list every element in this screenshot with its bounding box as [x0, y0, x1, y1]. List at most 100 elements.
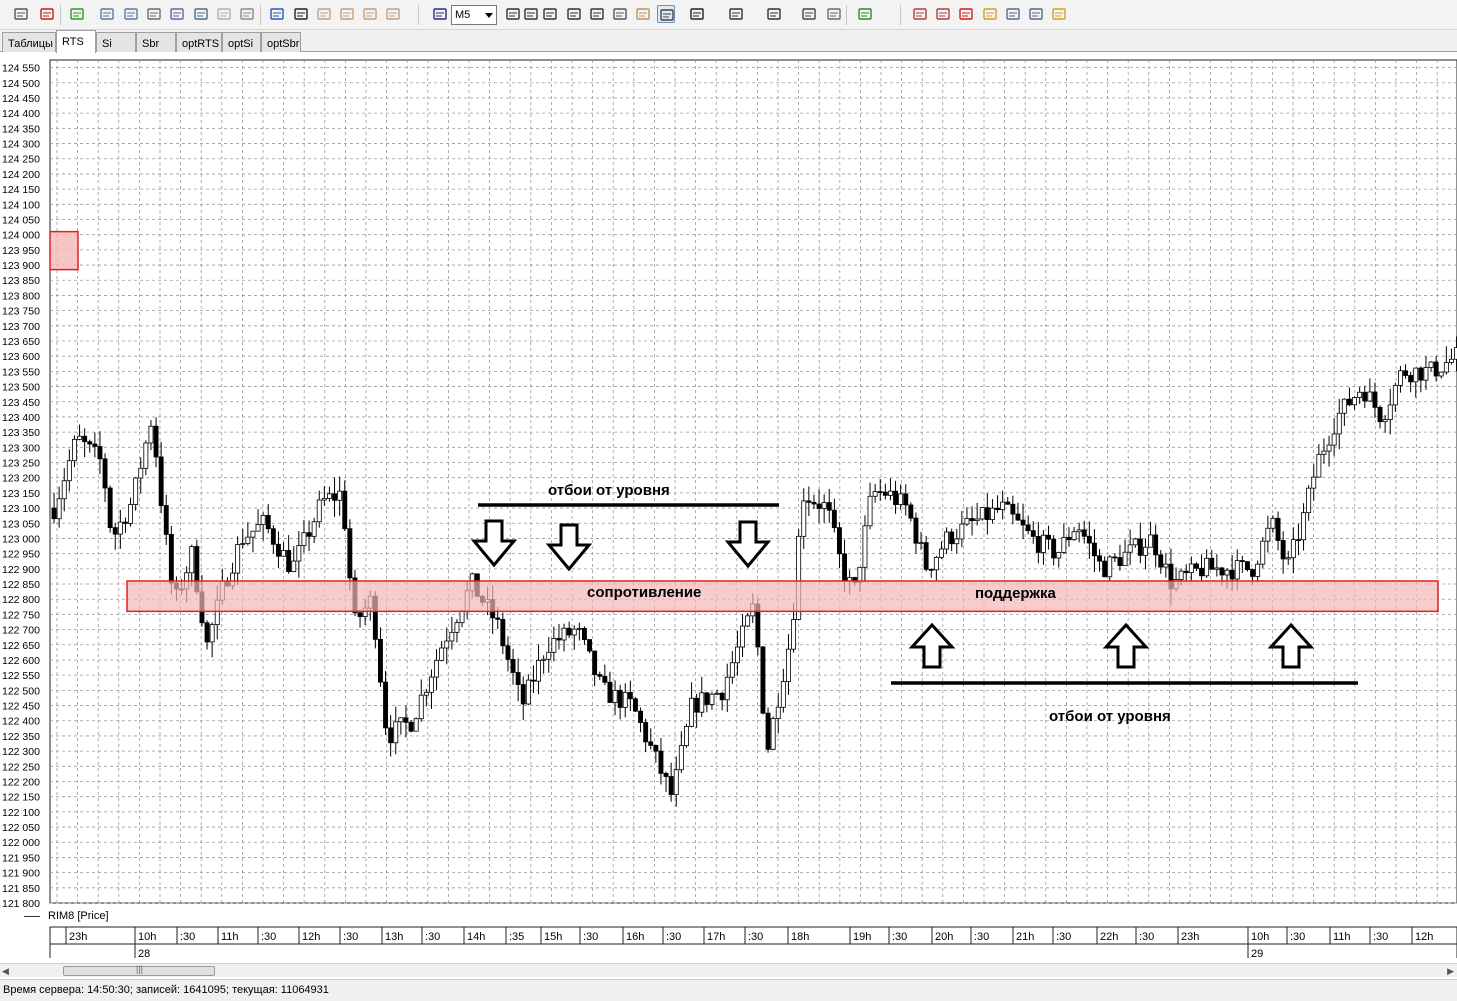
hand2-icon[interactable]	[338, 5, 356, 23]
x-tick-label: :30	[892, 931, 907, 943]
candle-down	[332, 493, 337, 501]
remove-icon[interactable]	[38, 5, 56, 23]
candle-up	[678, 745, 684, 771]
add-chart-icon-glyph	[70, 8, 84, 20]
candle-down	[1433, 361, 1439, 377]
candle-down	[505, 645, 511, 660]
timeframe-select[interactable]: M5	[451, 5, 497, 25]
indicator-icon[interactable]	[856, 5, 874, 23]
zoom-chart-icon[interactable]	[192, 5, 210, 23]
orders-icon[interactable]	[934, 5, 952, 23]
zoom-in-icon[interactable]	[565, 5, 583, 23]
link-icon[interactable]	[12, 5, 30, 23]
x-tick-label: 19h	[853, 931, 871, 943]
horizontal-scrollbar[interactable]: ◀ ||| ▶	[0, 963, 1457, 977]
plot-frame	[49, 59, 1457, 904]
text-tool-icon[interactable]	[292, 5, 310, 23]
pointer-hand-icon[interactable]	[634, 5, 652, 23]
stop-icon[interactable]	[957, 5, 975, 23]
candle-up	[918, 542, 924, 545]
price-chart[interactable]: 124 550 124 500 124 450 124 400 124 350 124 3…	[0, 53, 1457, 958]
y-tick-label: 122 850	[2, 579, 40, 591]
candle-down	[602, 675, 608, 683]
candles-icon[interactable]	[431, 5, 449, 23]
money-icon[interactable]	[981, 5, 999, 23]
x-tick-label: 10h	[1251, 931, 1269, 943]
chart-area[interactable]: 124 550 124 500 124 450 124 400 124 350 124 3…	[0, 53, 1457, 958]
hand4-icon[interactable]	[384, 5, 402, 23]
window-icon[interactable]	[98, 5, 116, 23]
crosshair-icon[interactable]	[504, 5, 522, 23]
scroll-thumb[interactable]: |||	[63, 964, 215, 976]
window2-icon[interactable]	[122, 5, 140, 23]
candle-up	[291, 560, 297, 572]
candle-up	[1132, 538, 1138, 546]
toolbar-separator	[900, 5, 901, 25]
y-tick-label: 123 350	[2, 427, 40, 439]
candle-down	[342, 490, 348, 530]
candle-down	[816, 503, 822, 509]
chart-props-icon[interactable]	[168, 5, 186, 23]
y-tick-label: 123 750	[2, 306, 40, 318]
remove-icon-glyph	[40, 8, 54, 20]
portfolio-icon[interactable]	[911, 5, 929, 23]
zoom-out-icon[interactable]	[588, 5, 606, 23]
y-tick-label: 122 700	[2, 625, 40, 637]
candle-up	[337, 490, 343, 501]
tab-rts[interactable]: RTS	[56, 30, 96, 53]
candle-up	[326, 493, 332, 499]
pan-hand-icon[interactable]	[657, 5, 675, 23]
font-icon[interactable]	[727, 5, 745, 23]
y-tick-label: 122 500	[2, 685, 40, 697]
x-tick-label: 23h	[69, 931, 87, 943]
candle-up	[990, 507, 995, 521]
candle-up	[791, 619, 796, 650]
candle-up	[311, 521, 317, 537]
hand3-icon[interactable]	[361, 5, 379, 23]
candle-down	[923, 542, 929, 570]
scroll-right-arrow-icon[interactable]: ▶	[1447, 966, 1454, 977]
candle-down	[877, 491, 883, 493]
tab-si[interactable]: Si	[96, 32, 136, 52]
candle-down	[587, 639, 592, 652]
tab-таблицы[interactable]: Таблицы	[2, 32, 56, 52]
eraser-icon[interactable]	[800, 5, 818, 23]
candle-down	[617, 689, 623, 708]
mail-icon[interactable]	[1027, 5, 1045, 23]
hand2-icon-glyph	[340, 8, 354, 20]
candle-up	[321, 497, 327, 501]
candle-up	[444, 640, 450, 649]
candle-down	[995, 507, 1000, 511]
ruler-icon[interactable]	[611, 5, 629, 23]
y-tick-label: 122 600	[2, 655, 40, 667]
list-icon[interactable]	[145, 5, 163, 23]
rectangle-icon[interactable]	[688, 5, 706, 23]
candle-down	[495, 617, 501, 620]
tab-sbr[interactable]: Sbr	[136, 32, 176, 52]
cursor-arrow-icon-glyph	[524, 8, 538, 20]
chart-copy-icon[interactable]	[238, 5, 256, 23]
candle-down	[403, 717, 409, 723]
candle-down	[704, 692, 710, 705]
tab-optsbr[interactable]: optSbr	[261, 32, 301, 52]
eraser2-icon[interactable]	[825, 5, 843, 23]
tab-optrts[interactable]: optRTS	[176, 32, 222, 52]
chart-disabled-icon[interactable]	[215, 5, 233, 23]
scroll-left-arrow-icon[interactable]: ◀	[2, 966, 9, 977]
alert-icon[interactable]	[268, 5, 286, 23]
candle-down	[663, 772, 669, 777]
add-chart-icon[interactable]	[68, 5, 86, 23]
cursor-arrow-icon[interactable]	[522, 5, 540, 23]
move-icon[interactable]	[541, 5, 559, 23]
x-tick-label: 14h	[467, 931, 485, 943]
orders-icon-glyph	[936, 8, 950, 20]
hand-icon[interactable]	[315, 5, 333, 23]
y-tick-label: 123 700	[2, 321, 40, 333]
tab-optsi[interactable]: optSi	[222, 32, 261, 52]
candle-down	[842, 553, 847, 582]
export-icon[interactable]	[1050, 5, 1068, 23]
candle-up	[1076, 529, 1082, 533]
candle-up	[1423, 367, 1429, 381]
fill-icon[interactable]	[765, 5, 783, 23]
print-icon[interactable]	[1004, 5, 1022, 23]
